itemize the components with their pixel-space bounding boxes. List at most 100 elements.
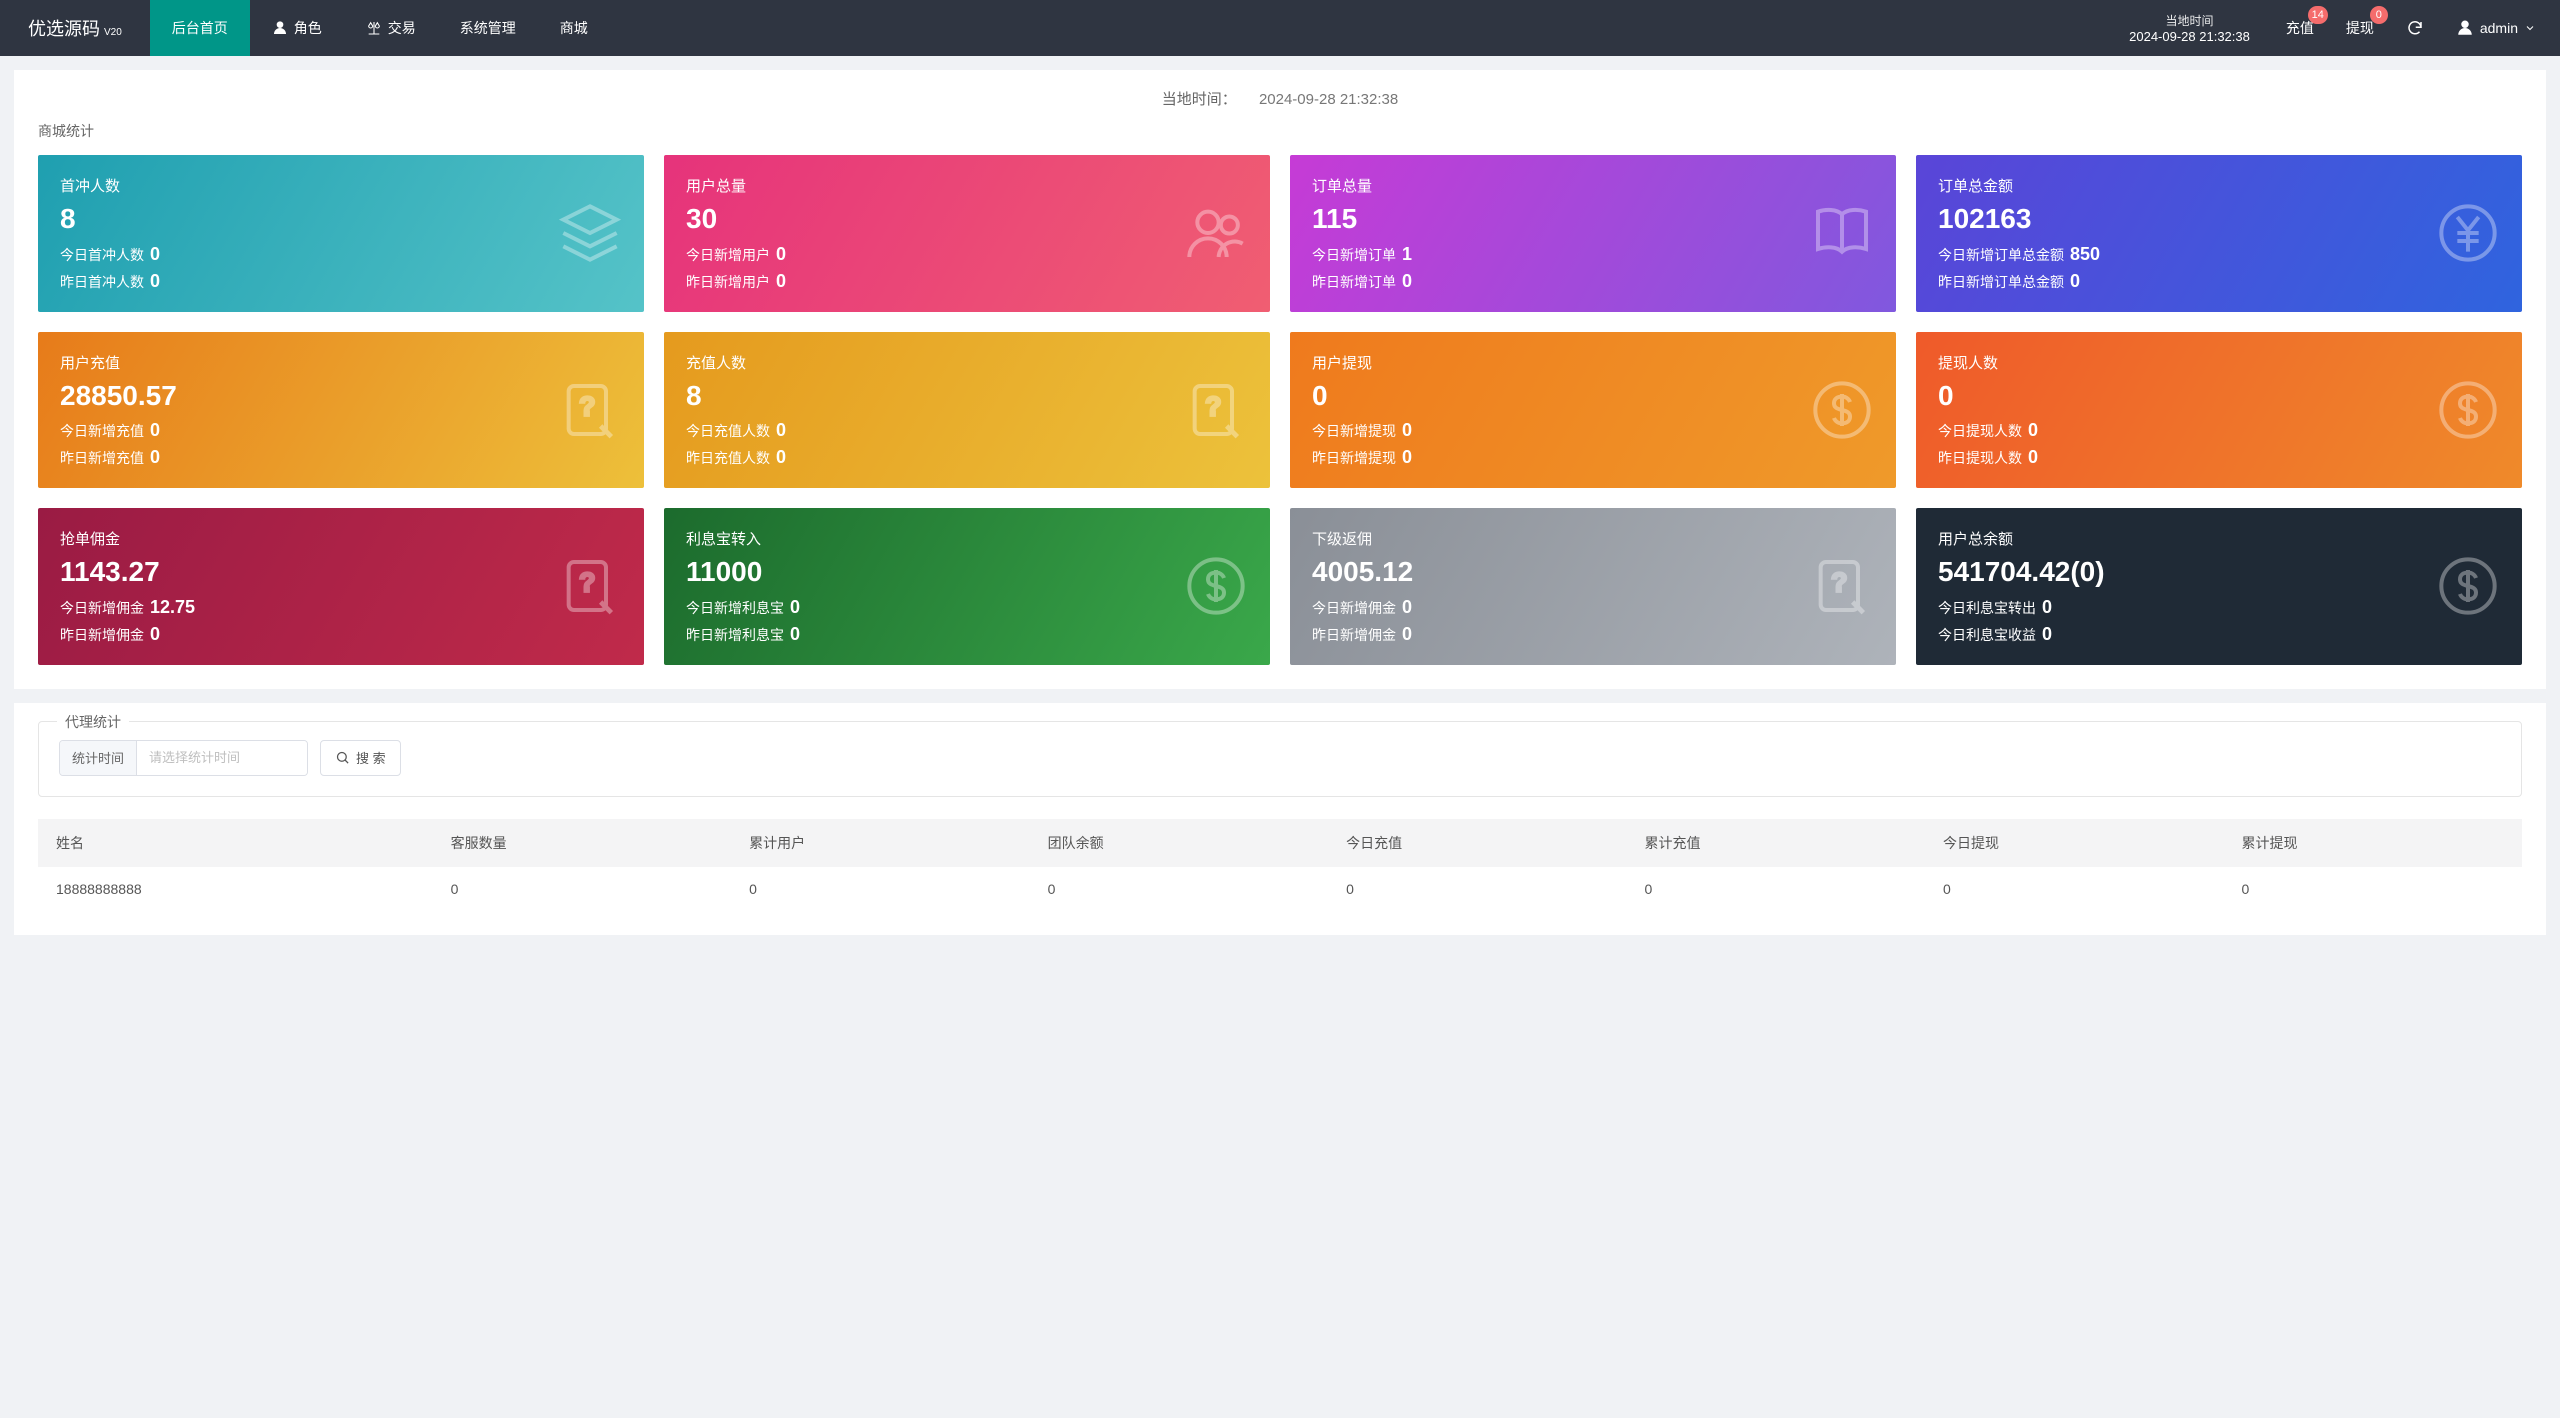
card-title: 用户总余额 [1938, 528, 2500, 549]
card-today: 今日充值人数0 [686, 420, 1248, 441]
brand-version: V20 [104, 27, 122, 38]
mall-stats-title: 商城统计 [38, 121, 2522, 141]
nav-home-label: 后台首页 [172, 18, 228, 38]
agent-table: 姓名 客服数量 累计用户 团队余额 今日充值 累计充值 今日提现 累计提现 18… [38, 819, 2522, 911]
card-value: 115 [1312, 202, 1874, 236]
mall-stats-panel: 当地时间： 2024-09-28 21:32:38 商城统计 首冲人数 8 今日首冲… [14, 70, 2546, 689]
card-today: 今日新增佣金12.75 [60, 597, 622, 618]
card-title: 用户总量 [686, 175, 1248, 196]
agent-legend: 代理统计 [57, 712, 129, 732]
cell-users: 0 [731, 867, 1029, 911]
card-title: 用户充值 [60, 352, 622, 373]
card-title: 订单总量 [1312, 175, 1874, 196]
refresh-icon [2406, 19, 2424, 37]
nav-trade-label: 交易 [388, 18, 416, 38]
nav-home[interactable]: 后台首页 [150, 0, 250, 56]
card-title: 充值人数 [686, 352, 1248, 373]
chevron-down-icon [2524, 22, 2536, 34]
withdraw-badge: 0 [2370, 6, 2388, 24]
user-menu[interactable]: admin [2440, 19, 2560, 37]
nav-system-label: 系统管理 [460, 18, 516, 38]
local-time-label: 当地时间 [2129, 12, 2250, 29]
card-today: 今日首冲人数0 [60, 244, 622, 265]
card-value: 1143.27 [60, 555, 622, 589]
col-total-withdraw: 累计提现 [2223, 819, 2522, 867]
card-value: 8 [686, 379, 1248, 413]
table-row: 18888888888 0 0 0 0 0 0 0 [38, 867, 2522, 911]
svg-text:?: ? [579, 568, 595, 598]
stat-time-label: 统计时间 [60, 741, 137, 775]
local-time-value: 2024-09-28 21:32:38 [2129, 29, 2250, 44]
cell-balance: 0 [1030, 867, 1328, 911]
stat-card-2: 订单总量115今日新增订单1昨日新增订单0 [1290, 155, 1896, 312]
stat-card-7: 提现人数0今日提现人数0昨日提现人数0 [1916, 332, 2522, 489]
card-value: 28850.57 [60, 379, 622, 413]
col-today-recharge: 今日充值 [1328, 819, 1626, 867]
col-users: 累计用户 [731, 819, 1029, 867]
col-name: 姓名 [38, 819, 433, 867]
card-today: 今日新增佣金0 [1312, 597, 1874, 618]
card-yesterday: 昨日新增充值0 [60, 447, 622, 468]
col-cs: 客服数量 [433, 819, 731, 867]
topbar: 优选源码 V20 后台首页 角色 交易 系统管理 商城 当地时间 2024-09… [0, 0, 2560, 56]
nav-role[interactable]: 角色 [250, 0, 344, 56]
stat-card-0: 首冲人数 8 今日首冲人数0 昨日首冲人数0 [38, 155, 644, 312]
card-yesterday: 昨日新增佣金0 [60, 624, 622, 645]
col-balance: 团队余额 [1030, 819, 1328, 867]
center-time-label: 当地时间： [1162, 91, 1237, 108]
card-value: 0 [1938, 379, 2500, 413]
card-today: 今日新增利息宝0 [686, 597, 1248, 618]
link-recharge[interactable]: 充值 14 [2270, 0, 2330, 56]
search-button[interactable]: 搜 索 [320, 740, 401, 776]
svg-text:?: ? [1831, 568, 1847, 598]
agent-table-head: 姓名 客服数量 累计用户 团队余额 今日充值 累计充值 今日提现 累计提现 [38, 819, 2522, 867]
cell-cs: 0 [433, 867, 731, 911]
stat-card-1: 用户总量30今日新增用户0昨日新增用户0 [664, 155, 1270, 312]
card-title: 下级返佣 [1312, 528, 1874, 549]
main-nav: 后台首页 角色 交易 系统管理 商城 [150, 0, 610, 56]
nav-mall-label: 商城 [560, 18, 588, 38]
card-title: 首冲人数 [60, 175, 622, 196]
nav-trade[interactable]: 交易 [344, 0, 438, 56]
center-time-value: 2024-09-28 21:32:38 [1259, 91, 1398, 108]
refresh-button[interactable] [2390, 0, 2440, 56]
col-today-withdraw: 今日提现 [1925, 819, 2223, 867]
card-yesterday: 昨日首冲人数0 [60, 271, 622, 292]
agent-fieldset: 代理统计 统计时间 搜 索 [38, 721, 2522, 797]
link-withdraw[interactable]: 提现 0 [2330, 0, 2390, 56]
center-time: 当地时间： 2024-09-28 21:32:38 [38, 88, 2522, 109]
agent-filter-row: 统计时间 搜 索 [59, 740, 2501, 776]
link-withdraw-label: 提现 [2346, 18, 2374, 38]
card-title: 利息宝转入 [686, 528, 1248, 549]
cell-today-withdraw: 0 [1925, 867, 2223, 911]
card-value: 4005.12 [1312, 555, 1874, 589]
card-value: 11000 [686, 555, 1248, 589]
stat-card-10: 下级返佣 4005.12 今日新增佣金0 昨日新增佣金0? [1290, 508, 1896, 665]
topbar-right: 当地时间 2024-09-28 21:32:38 充值 14 提现 0 admi… [2109, 0, 2560, 56]
card-yesterday: 昨日新增提现0 [1312, 447, 1874, 468]
card-yesterday: 昨日新增利息宝0 [686, 624, 1248, 645]
user-icon [272, 20, 288, 36]
stat-time-input[interactable] [137, 741, 307, 775]
brand-name: 优选源码 [28, 15, 100, 41]
card-value: 30 [686, 202, 1248, 236]
card-value: 0 [1312, 379, 1874, 413]
card-value: 8 [60, 202, 622, 236]
nav-system[interactable]: 系统管理 [438, 0, 538, 56]
nav-mall[interactable]: 商城 [538, 0, 610, 56]
card-title: 订单总金额 [1938, 175, 2500, 196]
card-yesterday: 昨日新增订单总金额0 [1938, 271, 2500, 292]
stat-card-6: 用户提现0今日新增提现0昨日新增提现0 [1290, 332, 1896, 489]
agent-stats-panel: 代理统计 统计时间 搜 索 姓名 客服数量 累计用户 团队余额 今日充值 累计充… [14, 703, 2546, 935]
card-value: 541704.42(0) [1938, 555, 2500, 589]
card-yesterday: 今日利息宝收益0 [1938, 624, 2500, 645]
brand-logo: 优选源码 V20 [0, 15, 150, 41]
svg-text:?: ? [1205, 391, 1221, 421]
cell-today-recharge: 0 [1328, 867, 1626, 911]
card-today: 今日新增充值0 [60, 420, 622, 441]
card-yesterday: 昨日新增佣金0 [1312, 624, 1874, 645]
nav-role-label: 角色 [294, 18, 322, 38]
card-title: 抢单佣金 [60, 528, 622, 549]
card-today: 今日利息宝转出0 [1938, 597, 2500, 618]
card-today: 今日新增订单1 [1312, 244, 1874, 265]
